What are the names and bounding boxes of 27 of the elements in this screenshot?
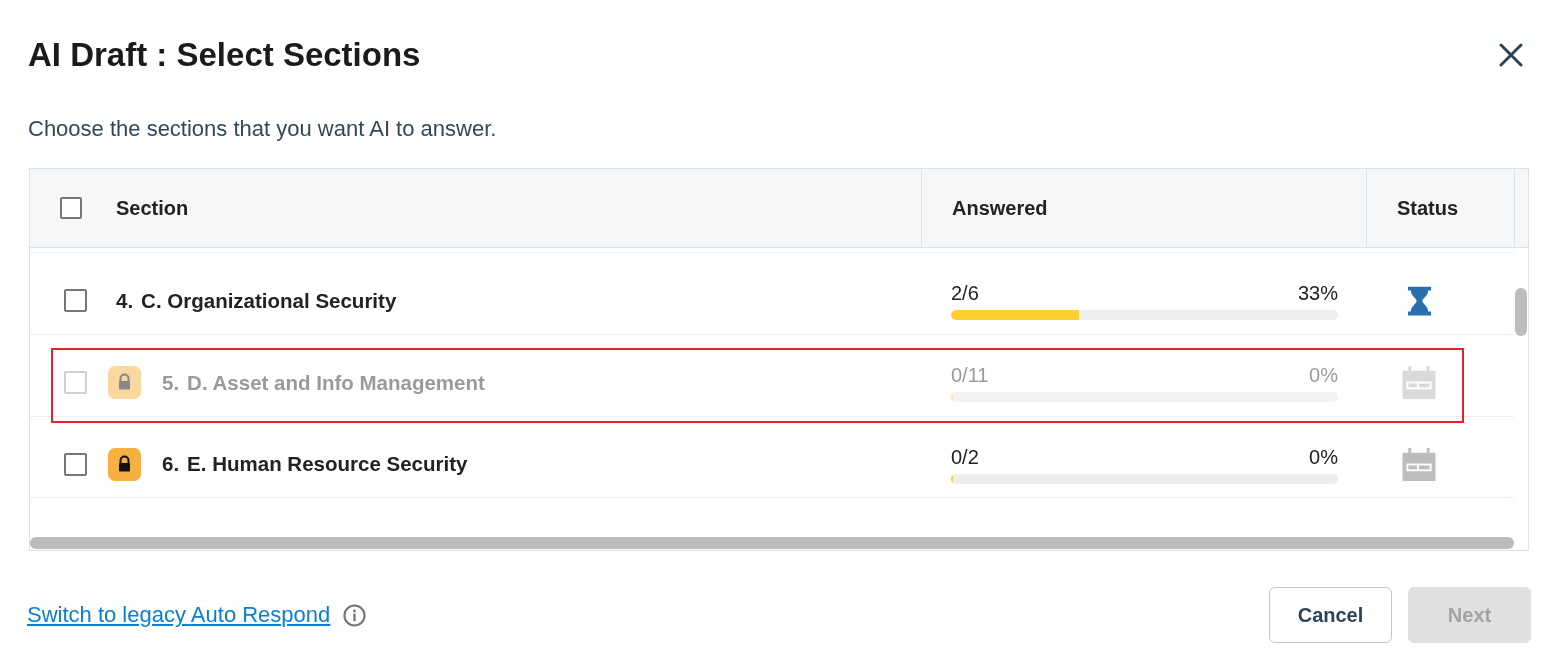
- answered-count: 2/6: [951, 281, 979, 305]
- column-header: Section: [116, 196, 189, 220]
- vertical-scrollbar-thumb[interactable]: [1515, 288, 1527, 336]
- section-name: E. Human Resource Security: [187, 452, 468, 476]
- answered-percent: 0%: [1309, 363, 1338, 387]
- cancel-button[interactable]: Cancel: [1269, 587, 1392, 643]
- column-header: Answered: [952, 196, 1048, 220]
- close-icon: [1499, 43, 1523, 67]
- section-name: D. Asset and Info Management: [187, 370, 485, 395]
- section-number: 4.: [116, 288, 134, 313]
- row-checkbox[interactable]: [64, 452, 87, 476]
- close-button[interactable]: [1499, 43, 1523, 67]
- column-header: Status: [1397, 196, 1459, 220]
- answered-percent: 0%: [1309, 444, 1338, 469]
- info-icon[interactable]: [343, 603, 367, 627]
- answered-percent: 33%: [1297, 281, 1338, 305]
- dialog-title: AI Draft : Select Sections: [28, 35, 421, 75]
- section-name: C. Organizational Security: [141, 288, 397, 313]
- section-number: 6.: [162, 452, 180, 476]
- answered-count: 0/11: [951, 363, 989, 387]
- answered-count: 0/2: [951, 444, 979, 469]
- dialog-subtitle: Choose the sections that you want AI to answer.: [28, 117, 498, 141]
- select-all-checkbox[interactable]: [60, 197, 82, 219]
- section-number: 5.: [162, 370, 180, 395]
- horizontal-scrollbar-thumb[interactable]: [30, 537, 1514, 549]
- row-checkbox[interactable]: [64, 289, 87, 312]
- legacy-auto-respond-link[interactable]: Switch to legacy Auto Respond: [27, 602, 331, 628]
